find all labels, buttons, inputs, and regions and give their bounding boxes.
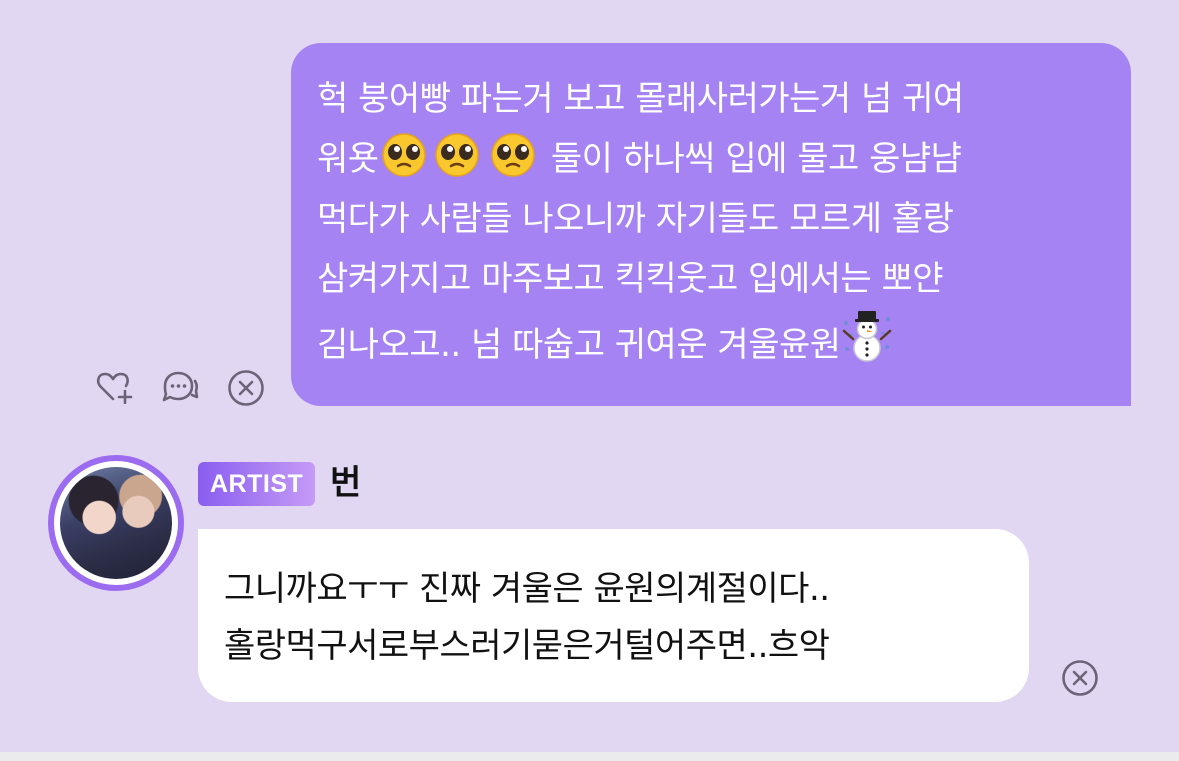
sent-message-line: 김나오고.. 넘 따숩고 귀여운 겨울윤원: [317, 309, 1111, 375]
snowman-emoji: [842, 311, 891, 362]
received-message-bubble: 그니까요ㅜㅜ 진짜 겨울은 윤원의계절이다.. 홀랑먹구서로부스러기묻은거털어주…: [198, 529, 1029, 702]
artist-badge: ARTIST: [198, 462, 316, 506]
pleading-face-emoji: [381, 133, 426, 177]
bottom-bar: [0, 752, 1179, 761]
received-message-line: 그니까요ㅜㅜ 진짜 겨울은 윤원의계절이다..: [224, 569, 830, 609]
sent-message-line: 워욧 둘이 하나씩 입에 물고 웅냠냠: [317, 129, 1111, 189]
delete-icon[interactable]: [1060, 658, 1100, 698]
pleading-face-emoji: [434, 133, 479, 177]
sent-message-line: 헉 붕어빵 파는거 보고 몰래사러가는거 넘 귀여: [317, 79, 964, 119]
pleading-face-emoji: [490, 133, 535, 177]
delete-icon[interactable]: [226, 368, 266, 408]
sent-message-line: 삼켜가지고 마주보고 킥킥웃고 입에서는 뽀얀: [317, 259, 944, 299]
comment-icon[interactable]: [160, 369, 200, 403]
sent-message-line: 먹다가 사람들 나오니까 자기들도 모르게 홀랑: [317, 199, 954, 239]
avatar[interactable]: [48, 455, 184, 591]
avatar-photo: [60, 467, 172, 579]
sent-message-bubble: 헉 붕어빵 파는거 보고 몰래사러가는거 넘 귀여 워욧 둘이 하나씩 입에 물…: [291, 43, 1131, 406]
received-message-line: 홀랑먹구서로부스러기묻은거털어주면..흐악: [224, 626, 830, 666]
like-add-icon[interactable]: [95, 368, 135, 404]
author-name: 번: [330, 463, 362, 503]
